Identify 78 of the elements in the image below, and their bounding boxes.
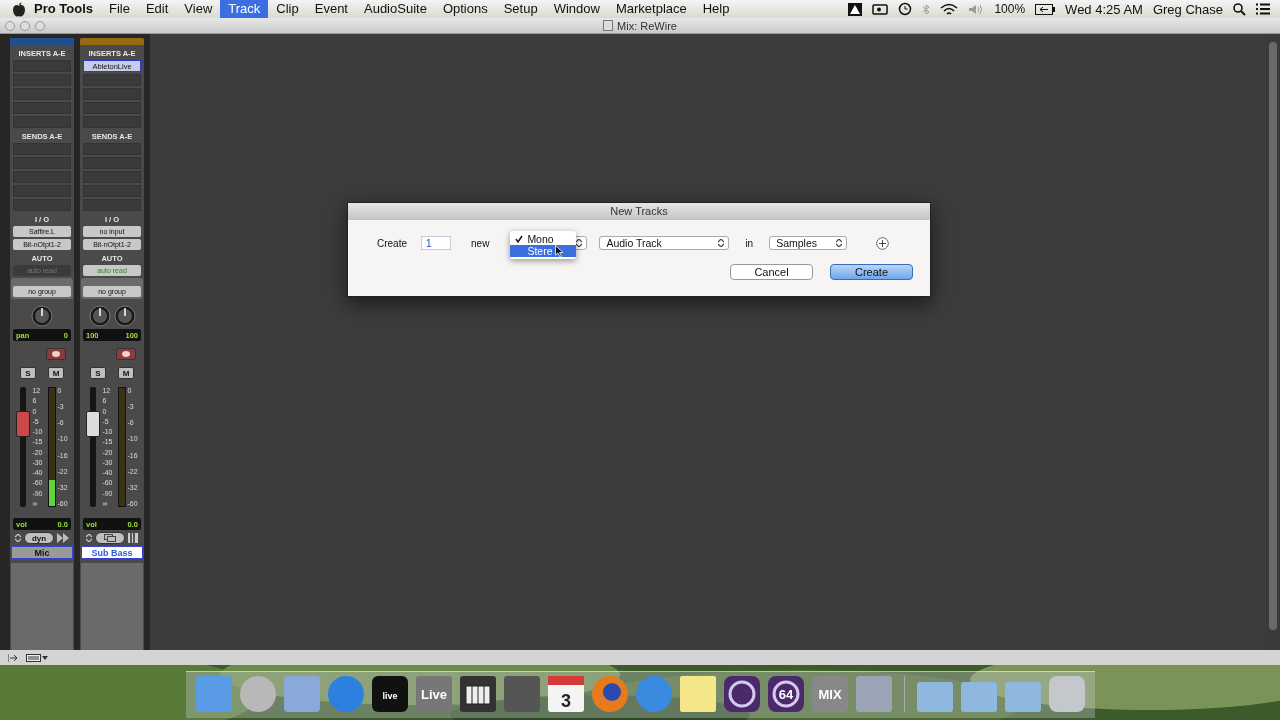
popup-arrows-icon <box>836 239 843 247</box>
pan-knob[interactable] <box>31 305 53 327</box>
close-button[interactable] <box>5 20 15 31</box>
menu-item[interactable]: Marketplace <box>607 0 695 18</box>
record-button[interactable] <box>46 348 66 360</box>
pan-knob[interactable] <box>113 305 136 327</box>
camera-icon[interactable] <box>872 3 889 15</box>
minimize-button[interactable] <box>20 20 30 31</box>
user-name[interactable]: Greg Chase <box>1152 1 1223 17</box>
calendar-icon[interactable]: 3 <box>545 674 586 714</box>
menu-item[interactable]: AudioSuite <box>356 0 435 18</box>
view-menu-icon[interactable] <box>26 653 48 662</box>
record-button[interactable] <box>116 348 136 360</box>
menu-item[interactable]: Options <box>434 0 496 18</box>
in-label: in <box>745 237 754 249</box>
keyboard-icon[interactable] <box>457 674 498 714</box>
dialog-button[interactable]: Cancel <box>730 264 813 280</box>
stepper-icon <box>86 534 92 542</box>
track-type-popup[interactable]: Audio Track <box>599 236 730 250</box>
solo-button[interactable]: S <box>20 367 36 379</box>
menu-item[interactable]: Track <box>220 0 269 18</box>
pan-knob[interactable] <box>88 305 111 327</box>
track-count-field[interactable]: 1 <box>421 236 451 250</box>
solo-button[interactable]: S <box>90 367 106 379</box>
list-icon[interactable] <box>1256 3 1270 15</box>
menu-item[interactable]: Setup <box>495 0 546 18</box>
menu-item[interactable]: Help <box>694 0 738 18</box>
wifi-icon[interactable] <box>940 2 959 16</box>
menu-item[interactable]: Window <box>545 0 608 18</box>
menu-option[interactable]: Mono <box>510 233 577 245</box>
mix-app-icon[interactable]: MIX <box>809 674 850 714</box>
window-button[interactable] <box>95 532 125 544</box>
triangle-a-icon[interactable] <box>848 2 863 16</box>
pro-tools-icon[interactable]: 64 <box>765 674 806 714</box>
ableton-live-icon[interactable]: live <box>369 674 410 714</box>
arrow-right-icon[interactable] <box>8 653 18 662</box>
zoom-button[interactable] <box>35 20 45 31</box>
menu-clock[interactable]: Wed 4:25 AM <box>1065 1 1143 17</box>
play-icon[interactable] <box>57 533 69 543</box>
menu-option[interactable]: Stere <box>510 245 577 257</box>
dialog-button[interactable]: Create <box>830 264 913 280</box>
battery-percentage: 100% <box>994 2 1026 16</box>
dyn-button[interactable]: dyn <box>24 532 54 544</box>
document-icon <box>603 20 614 31</box>
fader-handle[interactable] <box>16 410 31 437</box>
track-name[interactable]: Sub Bass <box>81 546 143 559</box>
add-icon[interactable] <box>876 236 890 250</box>
menu-item[interactable]: Clip <box>268 0 307 18</box>
apple-logo-icon[interactable] <box>12 1 26 17</box>
record-dot-icon <box>122 351 130 357</box>
mute-button[interactable]: M <box>48 367 64 379</box>
bluetooth-icon[interactable] <box>922 2 931 16</box>
battery-icon[interactable] <box>1035 3 1056 15</box>
clock-icon[interactable] <box>898 2 913 16</box>
create-label: Create <box>377 237 407 249</box>
dialog-title: New Tracks <box>348 203 930 220</box>
window-title: Mix: ReWire <box>617 19 677 32</box>
search-icon[interactable] <box>1233 2 1246 16</box>
live-app-icon[interactable]: Live <box>413 674 454 714</box>
new-label: new <box>471 237 490 249</box>
popup-arrows-icon <box>718 239 725 247</box>
menu-item[interactable]: File <box>101 0 138 18</box>
stepper-icon <box>15 534 21 542</box>
windows-icon <box>104 534 116 542</box>
timebase-popup[interactable]: Samples <box>769 236 848 250</box>
midi-keys-icon[interactable] <box>128 533 138 543</box>
scroll-bar[interactable] <box>1266 34 1280 650</box>
menu-item[interactable]: Event <box>306 0 356 18</box>
notepad-icon[interactable] <box>677 674 718 714</box>
fader-handle[interactable] <box>86 410 101 437</box>
app-menu[interactable]: Pro Tools <box>26 0 101 18</box>
checkmark-icon <box>515 234 524 243</box>
menu-item[interactable]: Edit <box>137 0 177 18</box>
speaker-icon[interactable] <box>968 2 985 16</box>
menu-item[interactable]: View <box>176 0 221 18</box>
track-name[interactable]: Mic <box>11 546 73 559</box>
mute-button[interactable]: M <box>118 367 134 379</box>
record-dot-icon <box>52 351 60 357</box>
